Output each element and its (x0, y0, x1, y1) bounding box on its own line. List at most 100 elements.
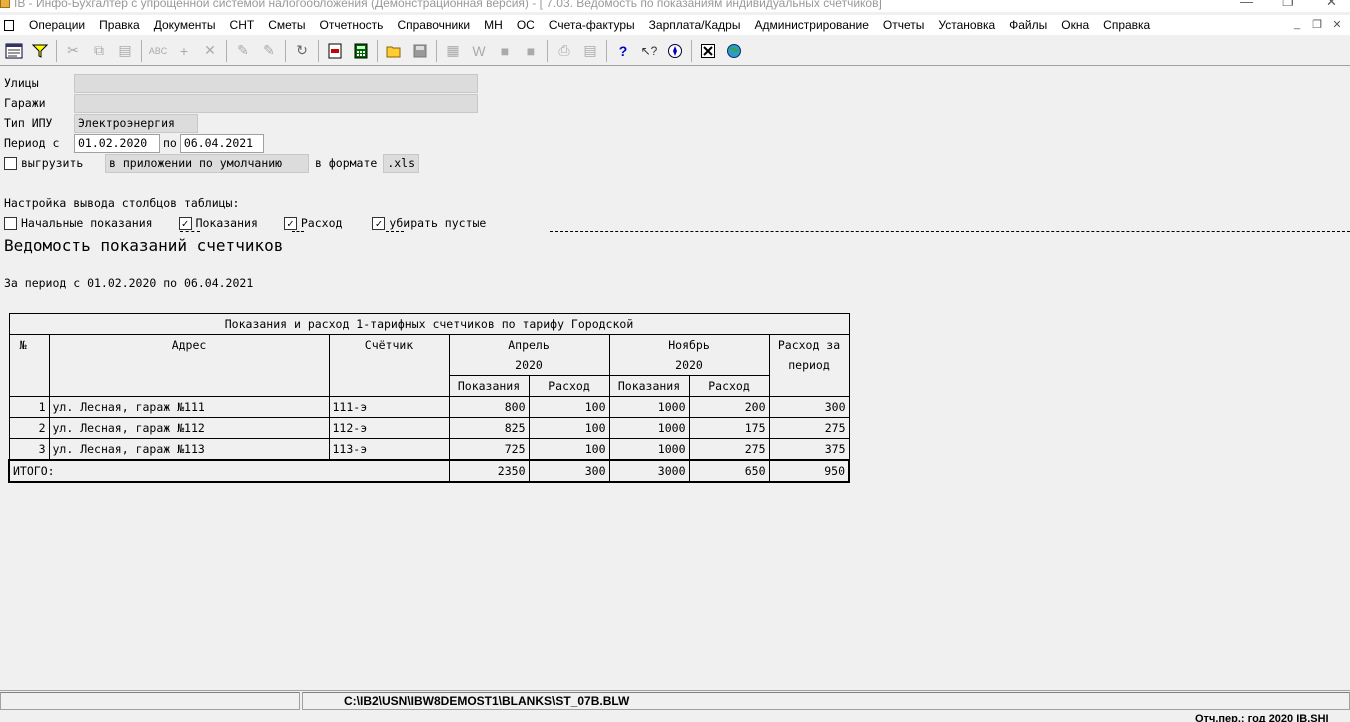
menu-documents[interactable]: Документы (147, 15, 223, 35)
streets-field[interactable] (74, 73, 478, 93)
print-icon[interactable]: ⎙ (552, 39, 576, 63)
report-view-icon[interactable] (2, 39, 26, 63)
mdi-minimize-button[interactable]: _ (1290, 18, 1304, 31)
menu-files[interactable]: Файлы (1002, 15, 1054, 35)
toolbar-separator (318, 39, 319, 62)
totals-row: ИТОГО: 2350 300 3000 650 950 (8, 459, 850, 483)
menu-snt[interactable]: СНТ (223, 15, 262, 35)
format-label: в формате (315, 156, 378, 170)
restore-button[interactable]: ❐ (1282, 0, 1294, 10)
cut-icon[interactable]: ✂ (61, 39, 85, 63)
table-row: 2 ул. Лесная, гараж №112 112-э 825 100 1… (8, 417, 850, 439)
block-b-icon[interactable]: ■ (519, 39, 543, 63)
mdi-close-button[interactable]: ✕ (1330, 18, 1344, 31)
header-total-consumption: Расход за период (768, 334, 850, 397)
title-bar: IB - Инфо-Бухгалтер с упрощенной системо… (0, 0, 1350, 12)
grid-icon[interactable]: ▦ (441, 39, 465, 63)
paste-icon[interactable]: ▤ (113, 39, 137, 63)
garages-field[interactable] (74, 93, 478, 113)
close-doc-icon[interactable] (696, 39, 720, 63)
table-caption: Показания и расход 1-тарифных счетчиков … (8, 313, 850, 335)
header-readings-2: Показания (608, 375, 690, 397)
filter-icon[interactable] (28, 39, 52, 63)
header-month1-year: 2020 (448, 355, 610, 376)
row-readings-2: 1000 (608, 417, 690, 439)
print-preview-icon[interactable]: ▤ (578, 39, 602, 63)
minimize-button[interactable]: — (1240, 0, 1253, 9)
row-meter: 112-э (328, 417, 450, 439)
document-icon[interactable] (4, 19, 14, 31)
block-a-icon[interactable]: ■ (493, 39, 517, 63)
menu-windows[interactable]: Окна (1054, 15, 1096, 35)
open-folder-icon[interactable] (382, 39, 406, 63)
save-icon[interactable] (408, 39, 432, 63)
export-app-field[interactable]: в приложении по умолчанию (105, 153, 309, 173)
spellcheck-icon[interactable]: ABC (146, 39, 170, 63)
delete-icon[interactable]: ✕ (198, 39, 222, 63)
row-readings-1: 800 (448, 396, 530, 418)
window-title: IB - Инфо-Бухгалтер с упрощенной системо… (14, 0, 882, 10)
hide-empty-checkbox[interactable]: ✓ (372, 216, 386, 230)
mdi-restore-button[interactable]: ❐ (1310, 18, 1324, 31)
pdf-export-icon[interactable] (323, 39, 347, 63)
menu-setup[interactable]: Установка (931, 15, 1002, 35)
menu-reporting[interactable]: Отчетность (313, 15, 391, 35)
row-readings-1: 725 (448, 438, 530, 461)
table-row: 1 ул. Лесная, гараж №111 111-э 800 100 1… (8, 396, 850, 418)
calculator-icon[interactable] (349, 39, 373, 63)
meter-type-field[interactable]: Электроэнергия (74, 113, 198, 133)
menu-operations[interactable]: Операции (22, 15, 92, 35)
menu-reports[interactable]: Отчеты (876, 15, 931, 35)
meter-type-label: Тип ИПУ (4, 116, 53, 130)
status-path: C:\IB2\USN\IBW8DEMOST1\BLANKS\ST_07B.BLW (344, 694, 630, 708)
mark-icon[interactable]: ✎ (231, 39, 255, 63)
report-period: За период с 01.02.2020 по 06.04.2021 (4, 276, 254, 290)
initial-readings-checkbox[interactable] (4, 216, 17, 230)
write-icon[interactable]: W (467, 39, 491, 63)
totals-total: 950 (768, 459, 850, 483)
streets-label: Улицы (4, 76, 39, 90)
copy-icon[interactable]: ⧉ (87, 39, 111, 63)
totals-readings-1: 2350 (448, 459, 530, 483)
export-checkbox[interactable] (4, 156, 17, 170)
readings-checkbox[interactable]: ✓ (178, 216, 192, 230)
menu-invoices[interactable]: Счета-фактуры (542, 15, 642, 35)
row-total: 300 (768, 396, 850, 418)
context-help-icon[interactable]: ↖? (637, 39, 661, 63)
divider (550, 231, 1350, 232)
toolbar-separator (547, 39, 548, 62)
table-caption-row: Показания и расход 1-тарифных счетчиков … (8, 313, 850, 335)
status-cell-empty (0, 692, 300, 710)
refresh-icon[interactable]: ↻ (290, 39, 314, 63)
header-total-line1: Расход за (777, 338, 841, 352)
menu-payroll[interactable]: Зарплата/Кадры (642, 15, 748, 35)
row-num: 2 (8, 417, 50, 439)
totals-consumption-2: 650 (688, 459, 770, 483)
header-total-line2: период (788, 358, 830, 372)
row-address: ул. Лесная, гараж №113 (48, 438, 330, 461)
header-consumption-1: Расход (528, 375, 610, 397)
row-consumption-1: 100 (528, 417, 610, 439)
menu-bar: Операции Правка Документы СНТ Сметы Отче… (0, 15, 1350, 35)
period-to-field[interactable]: 06.04.2021 (179, 133, 264, 153)
add-icon[interactable]: + (172, 39, 196, 63)
menu-estimates[interactable]: Сметы (261, 15, 312, 35)
menu-references[interactable]: Справочники (390, 15, 477, 35)
row-consumption-2: 175 (688, 417, 770, 439)
compass-icon[interactable] (663, 39, 687, 63)
meter-type-row: Тип ИПУ Электроэнергия (4, 113, 198, 133)
toolbar-separator (377, 39, 378, 62)
menu-help[interactable]: Справка (1096, 15, 1157, 35)
menu-mn[interactable]: МН (477, 15, 510, 35)
format-field[interactable]: .xls (383, 153, 420, 173)
globe-icon[interactable] (722, 39, 746, 63)
consumption-checkbox[interactable]: ✓ (283, 216, 297, 230)
menu-admin[interactable]: Администрирование (747, 15, 875, 35)
menu-edit[interactable]: Правка (92, 15, 147, 35)
mark-all-icon[interactable]: ✎ (257, 39, 281, 63)
menu-os[interactable]: ОС (510, 15, 542, 35)
row-meter: 113-э (328, 438, 450, 461)
period-from-field[interactable]: 01.02.2020 (74, 133, 160, 153)
help-icon[interactable]: ? (611, 39, 635, 63)
close-button[interactable]: ✕ (1326, 0, 1337, 10)
